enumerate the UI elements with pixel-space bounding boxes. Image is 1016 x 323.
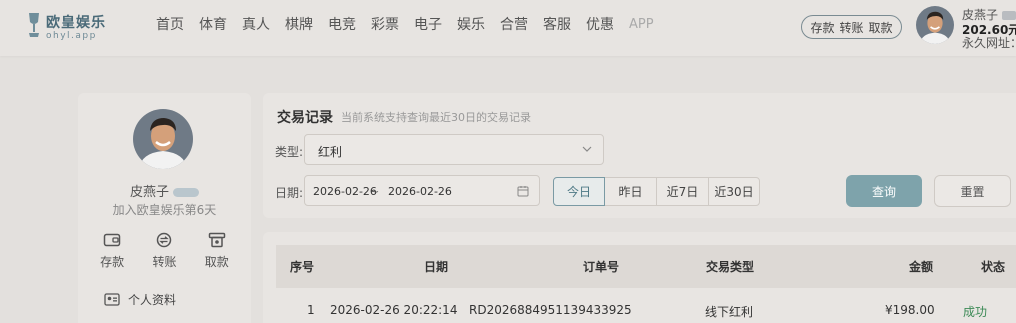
sidebar-actions: 存款 转账 取款: [78, 232, 251, 270]
type-select-value: 红利: [318, 145, 343, 159]
date-end: 2026-02-26: [388, 185, 452, 198]
reset-button[interactable]: 重置: [934, 175, 1011, 207]
transfer-icon: [157, 232, 172, 248]
user-sidebar: 皮燕子 加入欧皇娱乐第6天 存款 转账 取款 个人资料: [78, 93, 251, 323]
sidebar-avatar[interactable]: [133, 109, 193, 169]
col-index: 序号: [290, 260, 315, 274]
sidebar-deposit-button[interactable]: 存款: [89, 232, 135, 270]
deposit-label: 存款: [100, 255, 125, 269]
row-index: 1: [307, 303, 315, 317]
nav-affiliate[interactable]: 合营: [500, 16, 528, 34]
brand-subtitle: ohyl.app: [46, 31, 97, 41]
page-title: 交易记录: [277, 110, 333, 126]
fund-actions: 存款 转账 取款: [801, 15, 902, 39]
wallet-icon: [103, 233, 121, 247]
nav-slots[interactable]: 电子: [414, 16, 442, 34]
atm-icon: [208, 232, 226, 248]
row-status: 成功: [963, 305, 988, 319]
vip-badge-icon: [1001, 11, 1016, 20]
quick-7days-button[interactable]: 近7日: [656, 177, 709, 206]
withdraw-label: 取款: [204, 255, 229, 269]
row-date: 2026-02-26 20:22:14: [330, 303, 458, 317]
date-range-picker[interactable]: 2026-02-26 ~ 2026-02-26: [304, 175, 540, 206]
header-withdraw-link[interactable]: 取款: [869, 19, 893, 36]
trophy-logo-icon: [29, 13, 39, 37]
col-order-id: 订单号: [583, 260, 620, 274]
sidebar-username: 皮燕子: [78, 181, 251, 200]
sidebar-withdraw-button[interactable]: 取款: [194, 232, 240, 270]
transaction-filter-panel: 交易记录 当前系统支持查询最近30日的交易记录 类型: 红利 日期: 2026-…: [263, 93, 1016, 218]
nav-esports[interactable]: 电竞: [328, 16, 356, 34]
main-nav: 首页 体育 真人 棋牌 电竞 彩票 电子 娱乐 合营 客服 优惠 APP: [156, 16, 669, 34]
nav-lottery[interactable]: 彩票: [371, 16, 399, 34]
col-date: 日期: [424, 260, 449, 274]
header-permanent-url-label: 永久网址：: [962, 36, 1016, 50]
header-username: 皮燕子: [962, 8, 1016, 22]
quick-30days-button[interactable]: 近30日: [708, 177, 760, 206]
sidebar-item-profile[interactable]: 个人资料: [104, 291, 176, 308]
header-deposit-link[interactable]: 存款: [810, 19, 834, 36]
quick-today-button[interactable]: 今日: [553, 177, 605, 206]
vip-level-badge-icon: [173, 188, 199, 197]
type-select[interactable]: 红利: [304, 134, 604, 165]
quick-date-range: 今日 昨日 近7日 近30日: [553, 177, 760, 206]
brand-title: 欧皇娱乐: [46, 15, 106, 31]
col-type: 交易类型: [706, 260, 755, 274]
row-order-id: RD2026884951139433925: [469, 303, 632, 317]
sidebar-transfer-button[interactable]: 转账: [141, 232, 187, 270]
avatar-portrait-icon: [916, 6, 954, 44]
id-card-icon: [104, 293, 120, 306]
top-header: 欧皇娱乐 ohyl.app 首页 体育 真人 棋牌 电竞 彩票 电子 娱乐 合营…: [0, 0, 1016, 56]
sidebar-item-label: 个人资料: [128, 293, 177, 307]
header-avatar[interactable]: [916, 6, 954, 44]
nav-home[interactable]: 首页: [156, 16, 184, 34]
row-type: 线下红利: [705, 305, 754, 319]
membership-days: 加入欧皇娱乐第6天: [112, 203, 217, 217]
nav-support[interactable]: 客服: [543, 16, 571, 34]
nav-app[interactable]: APP: [629, 16, 654, 34]
date-start: 2026-02-26: [313, 185, 377, 198]
nav-sports[interactable]: 体育: [199, 16, 227, 34]
nav-entertainment[interactable]: 娱乐: [457, 16, 485, 34]
nav-cards[interactable]: 棋牌: [285, 16, 313, 34]
date-label: 日期:: [275, 186, 304, 200]
avatar-portrait-icon: [133, 109, 193, 169]
date-separator: ~: [370, 185, 380, 198]
table-header: 序号 日期 订单号 交易类型 金额 状态: [276, 245, 1016, 288]
nav-promotions[interactable]: 优惠: [586, 16, 614, 34]
query-hint: 当前系统支持查询最近30日的交易记录: [341, 111, 531, 124]
transaction-table: 序号 日期 订单号 交易类型 金额 状态 1 2026-02-26 20:22:…: [263, 232, 1016, 323]
type-label: 类型:: [275, 145, 304, 159]
nav-live[interactable]: 真人: [242, 16, 270, 34]
site-logo[interactable]: 欧皇娱乐 ohyl.app: [26, 11, 116, 45]
row-amount: ¥198.00: [885, 303, 935, 317]
table-row[interactable]: 1 2026-02-26 20:22:14 RD2026884951139433…: [276, 288, 1016, 323]
quick-yesterday-button[interactable]: 昨日: [604, 177, 657, 206]
transfer-label: 转账: [152, 255, 177, 269]
col-status: 状态: [981, 260, 1006, 274]
header-transfer-link[interactable]: 转账: [839, 19, 863, 36]
calendar-icon: [517, 186, 529, 197]
search-button[interactable]: 查询: [846, 175, 922, 207]
chevron-down-icon: [582, 146, 592, 152]
col-amount: 金额: [909, 260, 934, 274]
